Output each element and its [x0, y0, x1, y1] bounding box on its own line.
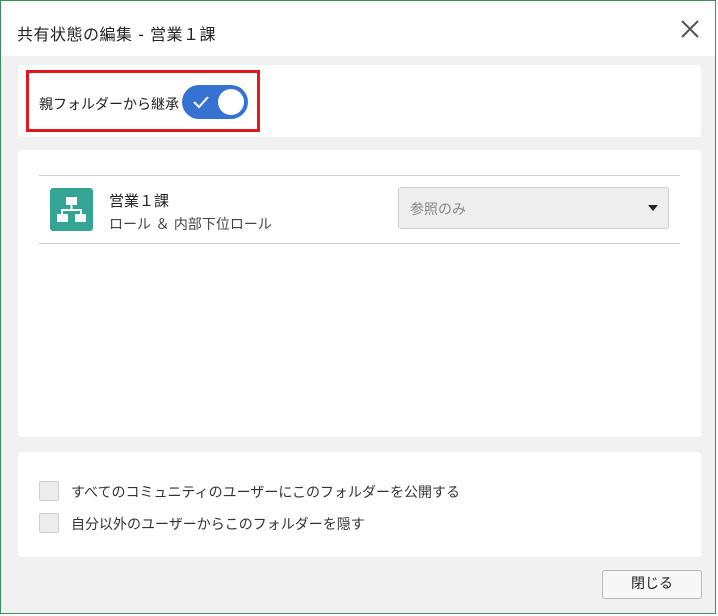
check-icon — [193, 96, 209, 109]
share-settings-dialog: 共有状態の編集 - 営業１課 親フォルダーから継承 営業１課 ロール ＆ 内部下… — [0, 0, 716, 614]
dialog-title: 共有状態の編集 - 営業１課 — [17, 25, 216, 44]
close-button[interactable]: 閉じる — [602, 570, 702, 599]
toggle-knob — [218, 89, 244, 115]
publish-community-label: すべてのコミュニティのユーザーにこのフォルダーを公開する — [71, 485, 461, 501]
hide-folder-label: 自分以外のユーザーからこのフォルダーを隠す — [71, 517, 365, 533]
permission-select[interactable]: 参照のみ — [398, 187, 669, 229]
role-name: 営業１課 — [109, 192, 170, 210]
inherit-toggle[interactable] — [182, 85, 248, 119]
permission-value: 参照のみ — [410, 202, 466, 218]
org-chart-icon — [50, 188, 93, 231]
list-divider-bottom — [39, 243, 680, 244]
hide-folder-checkbox[interactable] — [39, 513, 59, 533]
list-divider-top — [39, 175, 680, 176]
chevron-down-icon — [648, 205, 658, 211]
options-panel — [18, 452, 701, 557]
close-icon[interactable] — [679, 18, 701, 40]
dialog-header: 共有状態の編集 - 営業１課 — [1, 1, 715, 56]
publish-community-checkbox[interactable] — [39, 481, 59, 501]
role-type: ロール ＆ 内部下位ロール — [109, 217, 272, 233]
inherit-label: 親フォルダーから継承 — [39, 97, 179, 113]
